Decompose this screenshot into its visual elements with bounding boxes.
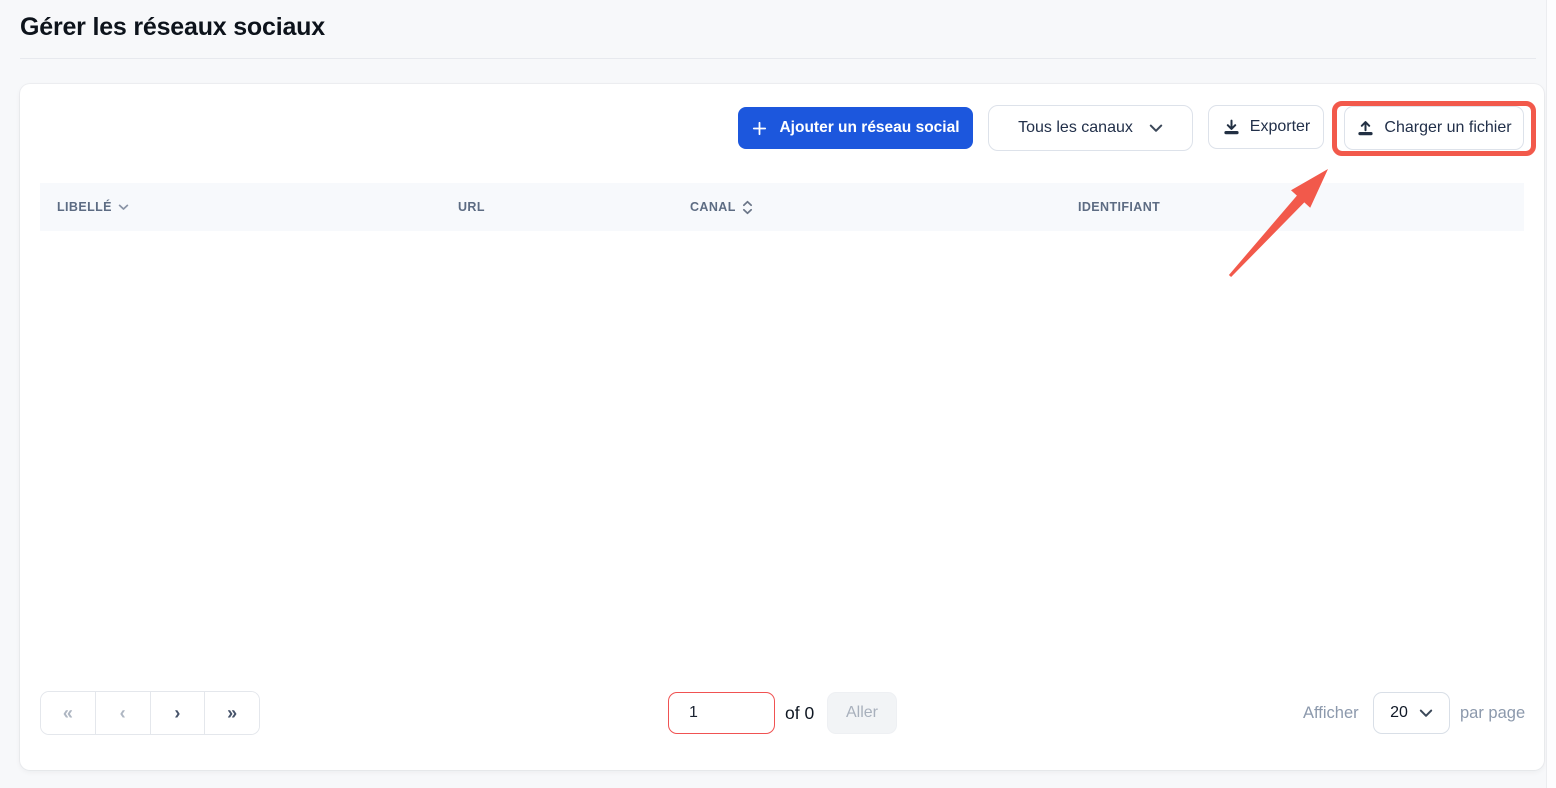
export-label: Exporter xyxy=(1250,118,1310,136)
pagination-last-button[interactable]: » xyxy=(204,692,259,734)
add-social-network-label: Ajouter un réseau social xyxy=(779,119,959,137)
pagination-next-button[interactable]: › xyxy=(150,692,205,734)
upload-file-label: Charger un fichier xyxy=(1384,119,1511,137)
pagination-prev-button[interactable]: ‹ xyxy=(95,692,150,734)
upload-file-button[interactable]: Charger un fichier xyxy=(1344,106,1524,150)
page-size-value: 20 xyxy=(1390,704,1408,722)
column-label-libelle: LIBELLÉ xyxy=(57,200,112,214)
plus-icon xyxy=(751,120,768,137)
chevron-down-icon xyxy=(1419,709,1433,718)
title-divider xyxy=(20,58,1536,59)
show-label: Afficher xyxy=(1303,692,1359,734)
column-label-identifiant: IDENTIFIANT xyxy=(1078,200,1160,214)
chevron-down-icon xyxy=(1149,124,1163,133)
page-title: Gérer les réseaux sociaux xyxy=(20,13,325,42)
page-number-input[interactable] xyxy=(668,692,775,734)
sort-both-icon xyxy=(742,200,753,215)
page-size-select[interactable]: 20 xyxy=(1373,692,1450,734)
table-header: LIBELLÉ URL CANAL IDENTIFIANT xyxy=(40,183,1524,231)
page-total-label: of 0 xyxy=(785,692,814,734)
column-header-canal[interactable]: CANAL xyxy=(690,183,753,231)
column-label-canal: CANAL xyxy=(690,200,736,214)
download-icon xyxy=(1222,118,1241,137)
add-social-network-button[interactable]: Ajouter un réseau social xyxy=(738,107,973,149)
table-body-empty xyxy=(40,231,1524,691)
sort-desc-icon xyxy=(118,204,129,211)
channel-filter-select[interactable]: Tous les canaux xyxy=(988,105,1193,151)
pagination-first-button[interactable]: « xyxy=(41,692,95,734)
pagination-nav-group: « ‹ › » xyxy=(40,691,260,735)
scrollbar-track[interactable] xyxy=(1546,0,1556,788)
go-to-page-button[interactable]: Aller xyxy=(827,692,897,734)
column-label-url: URL xyxy=(458,200,485,214)
column-header-libelle[interactable]: LIBELLÉ xyxy=(57,183,129,231)
channel-filter-value: Tous les canaux xyxy=(1018,119,1133,137)
column-header-identifiant: IDENTIFIANT xyxy=(1078,183,1160,231)
content-card: Ajouter un réseau social Tous les canaux… xyxy=(20,84,1544,770)
page-root: { "page": { "title": "Gérer les réseaux … xyxy=(0,0,1556,788)
per-page-label: par page xyxy=(1460,692,1525,734)
export-button[interactable]: Exporter xyxy=(1208,105,1324,149)
column-header-url: URL xyxy=(458,183,485,231)
upload-icon xyxy=(1356,119,1375,138)
